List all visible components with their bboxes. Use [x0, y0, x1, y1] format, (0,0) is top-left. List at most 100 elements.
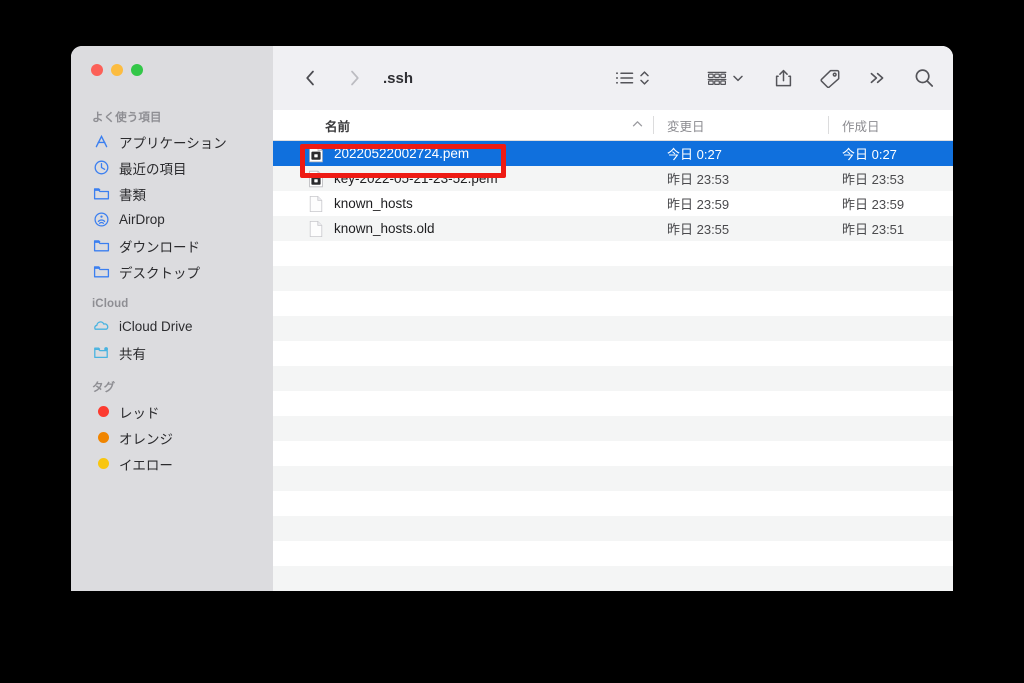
sidebar-group-favorites: よく使う項目 アプリケーション — [71, 109, 273, 284]
file-modified-date: 昨日 23:59 — [653, 194, 828, 213]
table-row[interactable]: known_hosts 昨日 23:59 昨日 23:59 — [273, 191, 953, 216]
file-name-cell: known_hosts.old — [273, 220, 653, 238]
file-name: key-2022-05-21-23-52.pem — [334, 171, 498, 186]
folder-icon — [93, 263, 110, 280]
file-name: known_hosts — [334, 196, 413, 211]
empty-row-stripe — [273, 266, 953, 291]
file-modified-date: 今日 0:27 — [653, 144, 828, 163]
sidebar-item-recents[interactable]: 最近の項目 — [79, 155, 265, 180]
column-header-label: 作成日 — [842, 116, 880, 135]
applications-icon — [93, 133, 110, 150]
up-down-chevron-icon — [639, 69, 650, 87]
sidebar-item-label: AirDrop — [119, 212, 165, 227]
double-chevron-right-icon — [867, 69, 887, 87]
table-row[interactable]: 20220522002724.pem 今日 0:27 今日 0:27 — [273, 141, 953, 166]
column-header-label: 変更日 — [667, 116, 705, 135]
tag-icon — [819, 68, 841, 88]
column-header-row: 名前 変更日 作成日 — [273, 110, 953, 141]
maximize-window-button[interactable] — [131, 64, 143, 76]
sidebar-item-applications[interactable]: アプリケーション — [79, 129, 265, 154]
sidebar-group-title: iCloud — [71, 298, 273, 314]
screen: よく使う項目 アプリケーション — [0, 0, 1024, 683]
sidebar-group-icloud: iCloud iCloud Drive — [71, 298, 273, 365]
plain-document-icon — [307, 220, 325, 238]
folder-icon — [93, 237, 110, 254]
chevron-down-icon — [732, 69, 744, 87]
close-window-button[interactable] — [91, 64, 103, 76]
forward-button[interactable] — [341, 64, 367, 92]
sidebar-item-label: イエロー — [119, 454, 173, 474]
content-area: .ssh — [273, 46, 953, 591]
file-name-cell: key-2022-05-21-23-52.pem — [273, 170, 653, 188]
sidebar-group-title: タグ — [71, 379, 273, 399]
sidebar-item-label: アプリケーション — [119, 132, 227, 152]
sidebar-item-downloads[interactable]: ダウンロード — [79, 233, 265, 258]
sidebar-item-label: オレンジ — [119, 428, 173, 448]
column-header-modified[interactable]: 変更日 — [653, 110, 828, 140]
file-name: 20220522002724.pem — [334, 146, 469, 161]
tag-dot-icon — [93, 429, 110, 446]
cloud-icon — [93, 318, 110, 335]
sidebar-item-documents[interactable]: 書類 — [79, 181, 265, 206]
file-name-cell: known_hosts — [273, 195, 653, 213]
column-header-created[interactable]: 作成日 — [828, 110, 953, 140]
more-button[interactable] — [867, 64, 887, 92]
sidebar: よく使う項目 アプリケーション — [71, 46, 273, 591]
tag-button[interactable] — [819, 64, 841, 92]
sidebar-item-desktop[interactable]: デスクトップ — [79, 259, 265, 284]
sidebar-item-tag-yellow[interactable]: イエロー — [79, 451, 265, 476]
file-list[interactable]: 20220522002724.pem 今日 0:27 今日 0:27 — [273, 141, 953, 591]
sidebar-group-title: よく使う項目 — [71, 109, 273, 129]
plain-document-icon — [307, 195, 325, 213]
group-by-button[interactable] — [706, 64, 744, 92]
pem-certificate-icon — [307, 170, 325, 188]
file-rows: 20220522002724.pem 今日 0:27 今日 0:27 — [273, 141, 953, 241]
search-button[interactable] — [913, 64, 935, 92]
sidebar-item-label: ダウンロード — [119, 236, 200, 256]
empty-row-stripe — [273, 316, 953, 341]
sort-ascending-icon — [632, 120, 643, 130]
file-created-date: 今日 0:27 — [828, 144, 953, 163]
sidebar-item-tag-red[interactable]: レッド — [79, 399, 265, 424]
empty-row-stripe — [273, 466, 953, 491]
empty-row-stripe — [273, 366, 953, 391]
file-created-date: 昨日 23:51 — [828, 219, 953, 238]
finder-window: よく使う項目 アプリケーション — [71, 46, 953, 591]
sidebar-item-label: 共有 — [119, 343, 146, 363]
file-created-date: 昨日 23:59 — [828, 194, 953, 213]
share-button[interactable] — [774, 64, 793, 92]
column-header-label: 名前 — [325, 116, 350, 135]
sidebar-group-tags: タグ レッド オレンジ イエロー — [71, 379, 273, 476]
table-row[interactable]: key-2022-05-21-23-52.pem 昨日 23:53 昨日 23:… — [273, 166, 953, 191]
empty-row-stripe — [273, 416, 953, 441]
tag-dot-icon — [93, 455, 110, 472]
airdrop-icon — [93, 211, 110, 228]
minimize-window-button[interactable] — [111, 64, 123, 76]
file-modified-date: 昨日 23:55 — [653, 219, 828, 238]
group-by-grid-icon — [706, 69, 728, 87]
search-icon — [913, 67, 935, 89]
file-modified-date: 昨日 23:53 — [653, 169, 828, 188]
folder-icon — [93, 185, 110, 202]
share-icon — [774, 68, 793, 88]
window-controls — [71, 46, 273, 93]
back-button[interactable] — [297, 64, 323, 92]
sidebar-item-label: デスクトップ — [119, 262, 200, 282]
empty-row-stripe — [273, 516, 953, 541]
sidebar-item-label: レッド — [119, 402, 160, 422]
toolbar: .ssh — [273, 46, 953, 110]
tag-dot-icon — [93, 403, 110, 420]
shared-folder-icon — [93, 344, 110, 361]
file-created-date: 昨日 23:53 — [828, 169, 953, 188]
table-row[interactable]: known_hosts.old 昨日 23:55 昨日 23:51 — [273, 216, 953, 241]
view-mode-button[interactable] — [615, 64, 650, 92]
sidebar-item-tag-orange[interactable]: オレンジ — [79, 425, 265, 450]
sidebar-item-shared[interactable]: 共有 — [79, 340, 265, 365]
clock-icon — [93, 159, 110, 176]
sidebar-item-airdrop[interactable]: AirDrop — [79, 207, 265, 232]
sidebar-item-icloud-drive[interactable]: iCloud Drive — [79, 314, 265, 339]
sidebar-item-label: 最近の項目 — [119, 158, 187, 178]
column-header-name[interactable]: 名前 — [273, 110, 653, 140]
pem-certificate-icon — [307, 145, 325, 163]
page-title: .ssh — [383, 70, 413, 87]
